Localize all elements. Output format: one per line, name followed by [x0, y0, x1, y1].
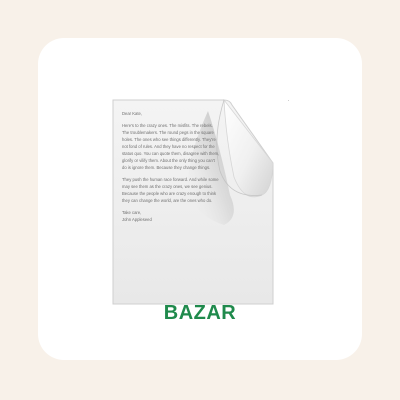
letter-paragraph: Here's to the crazy ones. The misfits. T…: [122, 123, 220, 170]
letter-signature: John Appleseed: [122, 217, 152, 222]
letter-closing: Take care,: [122, 210, 142, 215]
decorative-dot: [288, 100, 289, 101]
app-card[interactable]: Dear Kate, Here's to the crazy ones. The…: [38, 38, 362, 360]
letter-paragraph: They push the human race forward. And wh…: [122, 177, 219, 203]
document-icon: Dear Kate, Here's to the crazy ones. The…: [112, 99, 274, 305]
app-name-label: BAZAR: [163, 302, 237, 324]
document-letter: Dear Kate, Here's to the crazy ones. The…: [122, 110, 272, 228]
letter-salutation: Dear Kate,: [122, 111, 143, 116]
